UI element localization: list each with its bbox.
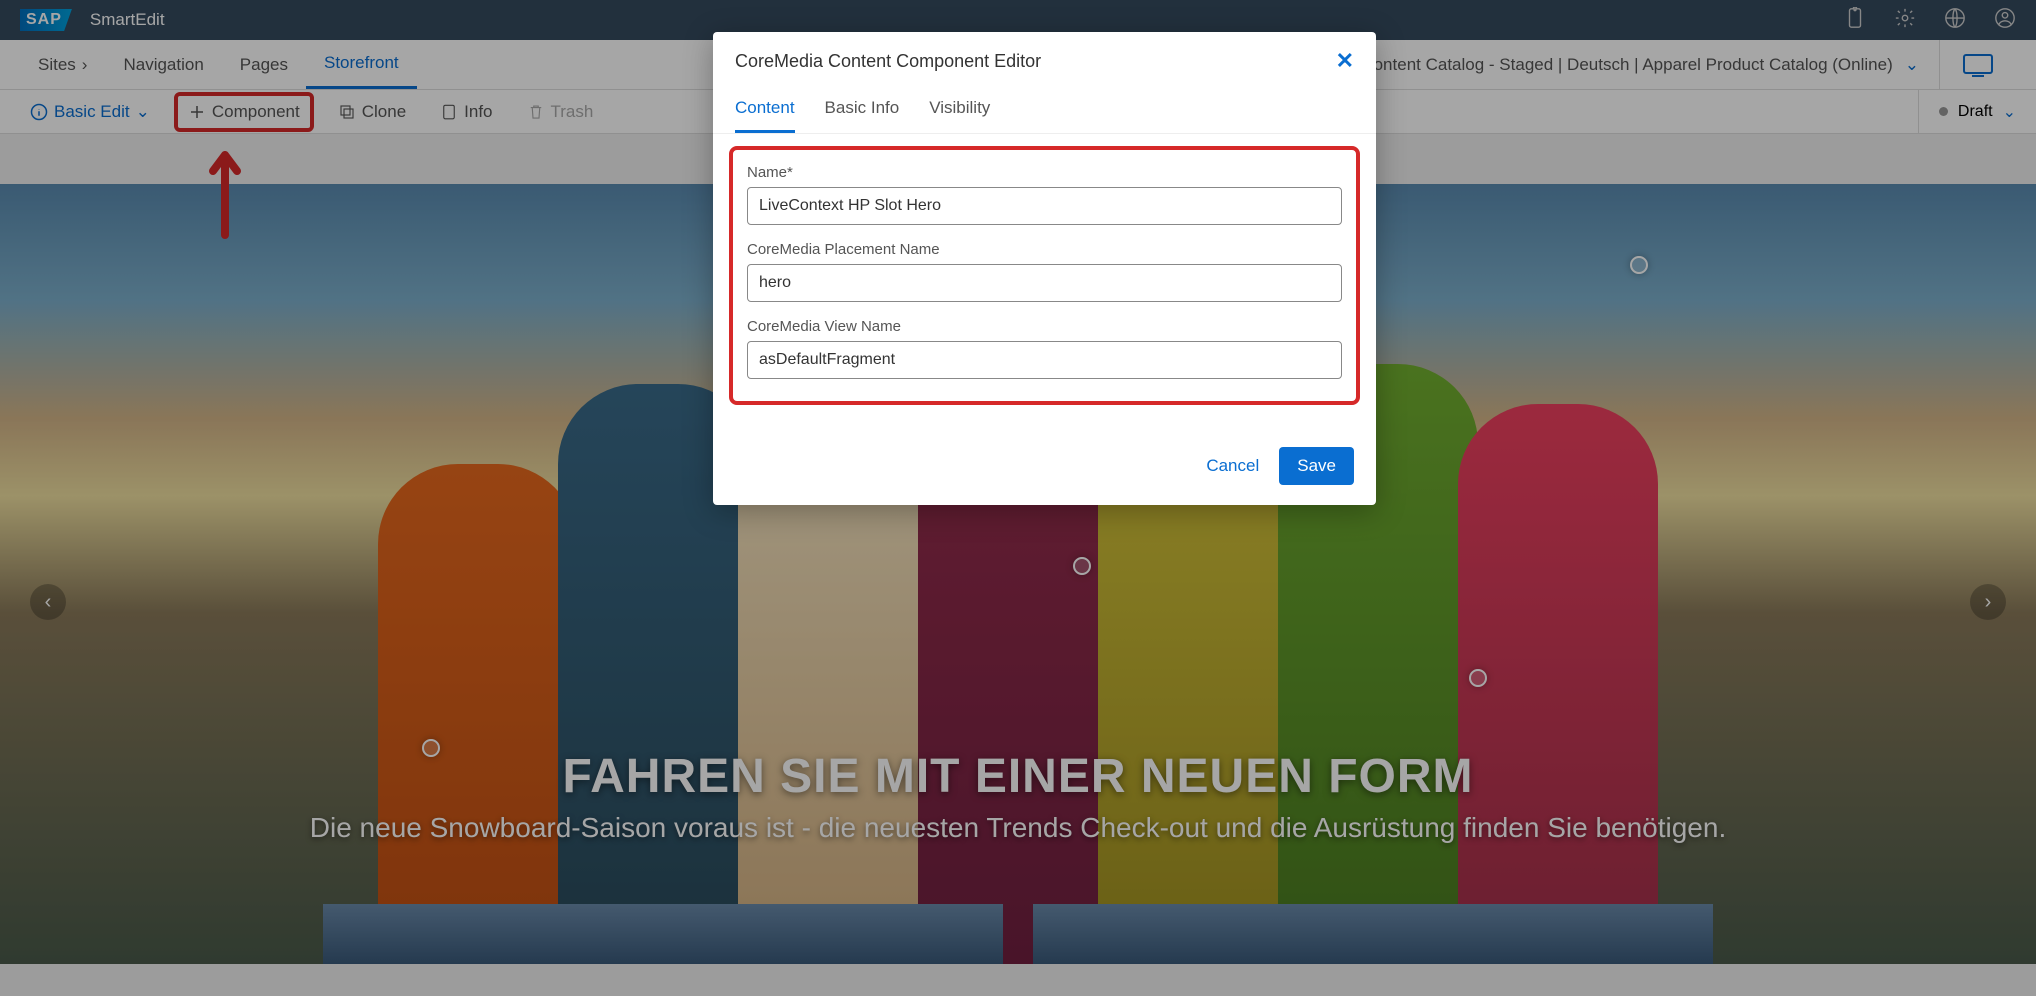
name-label: Name* bbox=[747, 164, 1342, 181]
view-label: CoreMedia View Name bbox=[747, 318, 1342, 335]
tab-visibility[interactable]: Visibility bbox=[929, 86, 990, 133]
tab-basic-info[interactable]: Basic Info bbox=[825, 86, 900, 133]
form-highlight-box: Name* CoreMedia Placement Name CoreMedia… bbox=[729, 146, 1360, 405]
modal-title: CoreMedia Content Component Editor bbox=[735, 51, 1041, 72]
modal-close-button[interactable]: ✕ bbox=[1336, 48, 1354, 74]
save-button[interactable]: Save bbox=[1279, 447, 1354, 485]
placement-input[interactable] bbox=[747, 264, 1342, 302]
component-editor-modal: CoreMedia Content Component Editor ✕ Con… bbox=[713, 32, 1376, 505]
cancel-button[interactable]: Cancel bbox=[1206, 456, 1259, 476]
name-input[interactable] bbox=[747, 187, 1342, 225]
view-input[interactable] bbox=[747, 341, 1342, 379]
placement-label: CoreMedia Placement Name bbox=[747, 241, 1342, 258]
tab-content[interactable]: Content bbox=[735, 86, 795, 133]
modal-tabs: Content Basic Info Visibility bbox=[713, 86, 1376, 134]
